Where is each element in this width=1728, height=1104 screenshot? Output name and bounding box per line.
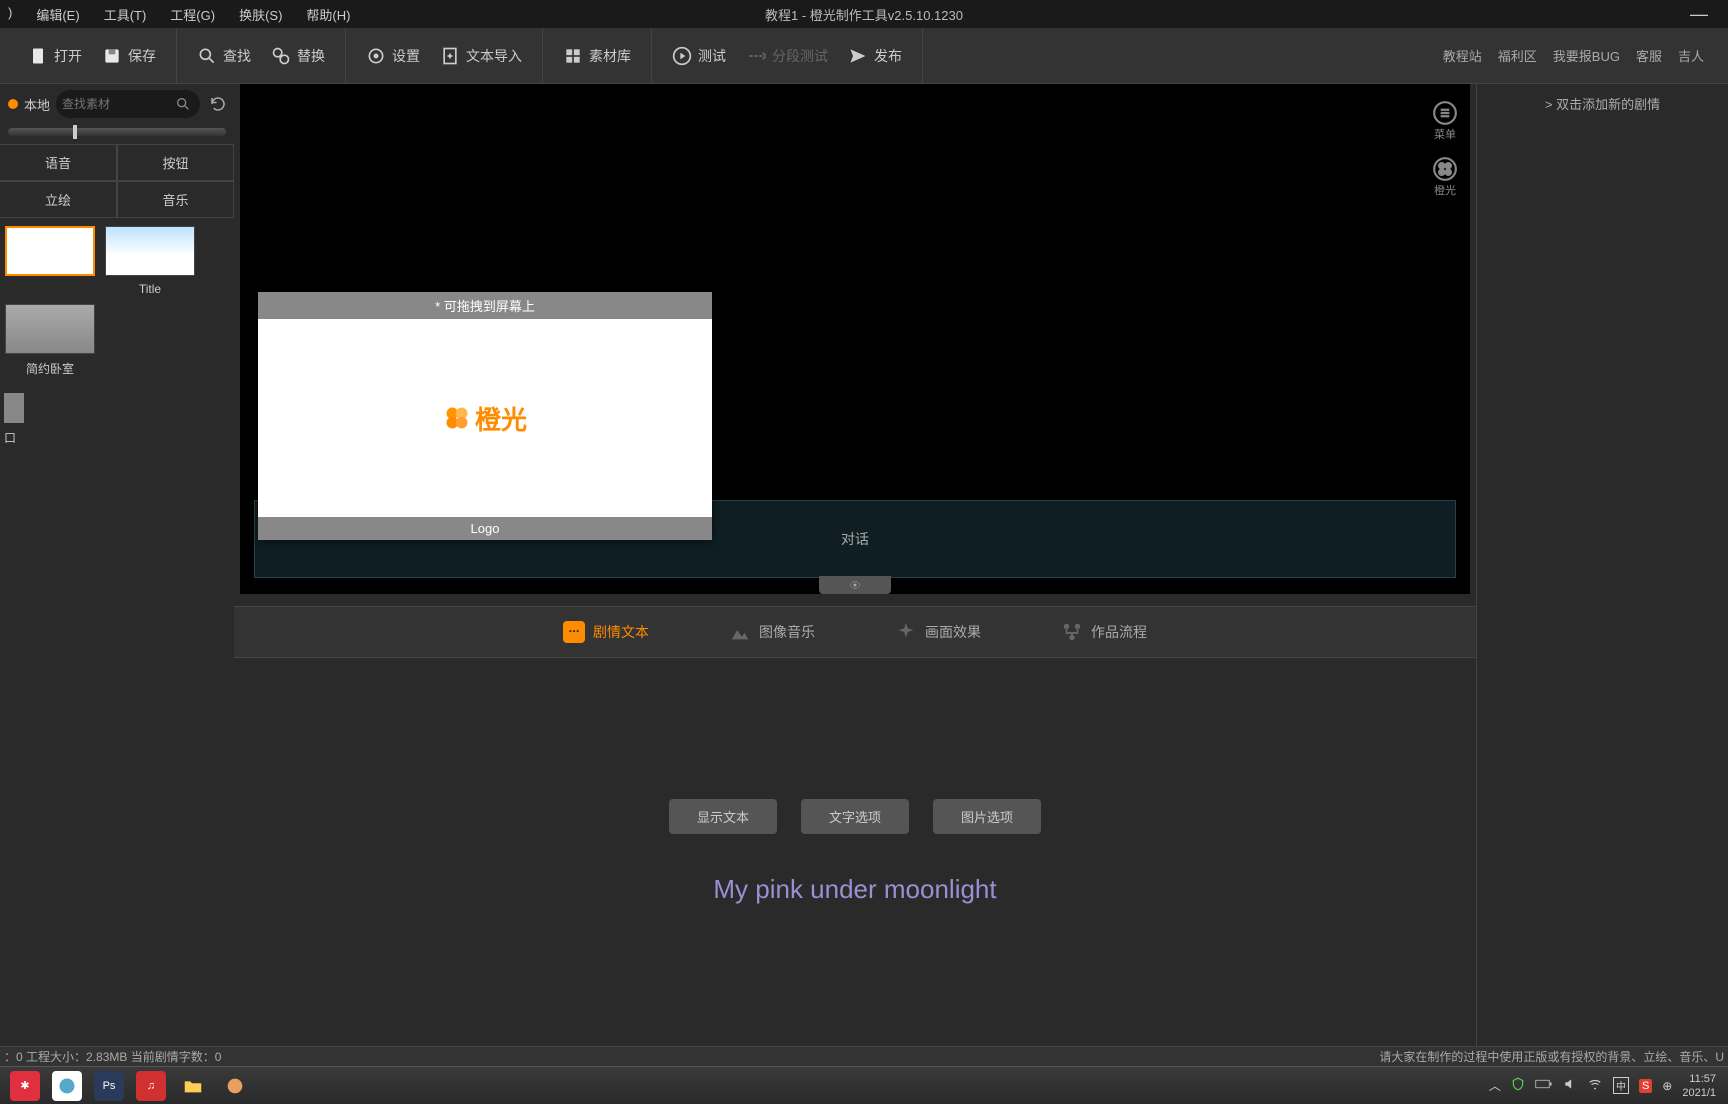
mountain-icon [729,621,751,643]
test-button[interactable]: 测试 [662,46,736,66]
main-toolbar: 打开 保存 查找 替换 设置 文本导入 素材库 测试 分段测试 发布 教程站 福… [0,28,1728,84]
tab-button[interactable]: 按钮 [117,144,234,181]
flow-icon [1061,621,1083,643]
asset-preview[interactable]: * 可拖拽到屏幕上 橙光 Logo [258,292,712,540]
tray-net-icon[interactable]: ⊕ [1662,1079,1672,1093]
replace-icon [271,46,291,66]
watermark-text: My pink under moonlight [713,874,996,905]
menu-skin[interactable]: 换肤(S) [239,5,282,24]
segment-test-button[interactable]: 分段测试 [736,46,838,66]
open-button[interactable]: 打开 [18,46,92,66]
task-photoshop[interactable]: Ps [94,1071,124,1101]
thumb-port[interactable] [4,393,24,423]
save-button[interactable]: 保存 [92,46,166,66]
settings-button[interactable]: 设置 [356,46,430,66]
link-tutorials[interactable]: 教程站 [1443,46,1482,65]
thumb-port-label: 口 [4,429,16,446]
publish-icon [848,46,868,66]
segment-icon [746,46,766,66]
search-input[interactable] [62,97,172,111]
preview-logo-text: 橙光 [475,400,527,437]
local-radio[interactable] [8,99,18,109]
tab-script-text[interactable]: 剧情文本 [563,621,649,643]
local-label: 本地 [24,95,50,114]
task-explorer[interactable] [178,1071,208,1101]
status-left: ：0 工程大小：2.83MB 当前剧情字数：0 [4,1048,221,1065]
canvas-menu-button[interactable]: 菜单 [1428,100,1462,142]
toggle-visibility[interactable] [819,576,891,594]
assets-icon [563,46,583,66]
tab-effect[interactable]: 画面效果 [895,621,981,643]
menu-help[interactable]: 帮助(H) [306,5,350,24]
import-button[interactable]: 文本导入 [430,46,532,66]
asset-panel: 本地 语音 按钮 立绘 音乐 Title 简约卧室 口 [0,84,234,1046]
chat-icon [563,621,585,643]
status-right: 请大家在制作的过程中使用正版或有授权的背景、立绘、音乐、U [1379,1048,1724,1065]
publish-button[interactable]: 发布 [838,46,912,66]
action-area: 显示文本 文字选项 图片选项 My pink under moonlight [234,658,1476,1046]
menu-edit[interactable]: 编辑(E) [36,5,79,24]
preview-footer: Logo [258,517,712,540]
save-icon [102,46,122,66]
link-bug[interactable]: 我要报BUG [1553,46,1620,65]
title-bar: ) 编辑(E) 工具(T) 工程(G) 换肤(S) 帮助(H) 教程1 - 橙光… [0,0,1728,28]
link-service[interactable]: 客服 [1636,46,1662,65]
main-area: 本地 语音 按钮 立绘 音乐 Title 简约卧室 口 [0,84,1728,1046]
tab-sprite[interactable]: 立绘 [0,181,117,218]
tray-sogou-icon[interactable]: S [1639,1079,1652,1093]
tray-battery-icon[interactable] [1535,1078,1553,1093]
window-title: 教程1 - 橙光制作工具v2.5.10.1230 [765,5,963,24]
minimize-button[interactable]: — [1690,4,1708,25]
link-user[interactable]: 吉人 [1678,46,1704,65]
task-app2[interactable] [52,1071,82,1101]
menu-file[interactable]: ) [8,5,12,24]
task-app6[interactable] [220,1071,250,1101]
scene-hint[interactable]: > 双击添加新的剧情 [1477,84,1728,123]
search-box[interactable] [56,90,200,118]
preview-header: * 可拖拽到屏幕上 [258,292,712,319]
thumbnail-list: Title 简约卧室 [0,218,234,385]
image-option-button[interactable]: 图片选项 [933,799,1041,834]
menu-tools[interactable]: 工具(T) [104,5,147,24]
header-links: 教程站 福利区 我要报BUG 客服 吉人 [1443,46,1720,65]
effect-icon [895,621,917,643]
play-icon [672,46,692,66]
thumb-logo[interactable] [4,226,96,296]
gear-icon [366,46,386,66]
text-option-button[interactable]: 文字选项 [801,799,909,834]
tab-voice[interactable]: 语音 [0,144,117,181]
task-app1[interactable]: ✱ [10,1071,40,1101]
find-button[interactable]: 查找 [187,46,261,66]
preview-body: 橙光 [258,319,712,517]
clock[interactable]: 11:572021/1 [1682,1072,1724,1100]
zoom-slider[interactable] [8,128,226,136]
search-icon [197,46,217,66]
link-welfare[interactable]: 福利区 [1498,46,1537,65]
system-tray: ︿ 中 S ⊕ 11:572021/1 [1489,1072,1724,1100]
thumb-bedroom[interactable]: 简约卧室 [4,304,96,377]
center-area: 菜单 橙光 对话 * 可拖拽到屏幕上 橙光 Logo 剧情文本 图像音乐 画面效… [234,84,1476,1046]
show-text-button[interactable]: 显示文本 [669,799,777,834]
clover-icon [443,404,471,432]
main-menu: ) 编辑(E) 工具(T) 工程(G) 换肤(S) 帮助(H) [8,5,350,24]
open-icon [28,46,48,66]
scene-panel: > 双击添加新的剧情 [1476,84,1728,1046]
mid-tabs: 剧情文本 图像音乐 画面效果 作品流程 [234,606,1476,658]
thumb-title[interactable]: Title [104,226,196,296]
tab-flow[interactable]: 作品流程 [1061,621,1147,643]
import-icon [440,46,460,66]
taskbar: ✱ Ps ♫ ︿ 中 S ⊕ 11:572021/1 [0,1066,1728,1104]
task-music[interactable]: ♫ [136,1071,166,1101]
canvas-brand-button[interactable]: 橙光 [1428,156,1462,198]
tab-music[interactable]: 音乐 [117,181,234,218]
replace-button[interactable]: 替换 [261,46,335,66]
menu-project[interactable]: 工程(G) [170,5,215,24]
assets-button[interactable]: 素材库 [553,46,641,66]
status-bar: ：0 工程大小：2.83MB 当前剧情字数：0 请大家在制作的过程中使用正版或有… [0,1046,1728,1066]
refresh-button[interactable] [206,92,230,116]
tab-image-music[interactable]: 图像音乐 [729,621,815,643]
search-go-icon[interactable] [172,93,194,115]
